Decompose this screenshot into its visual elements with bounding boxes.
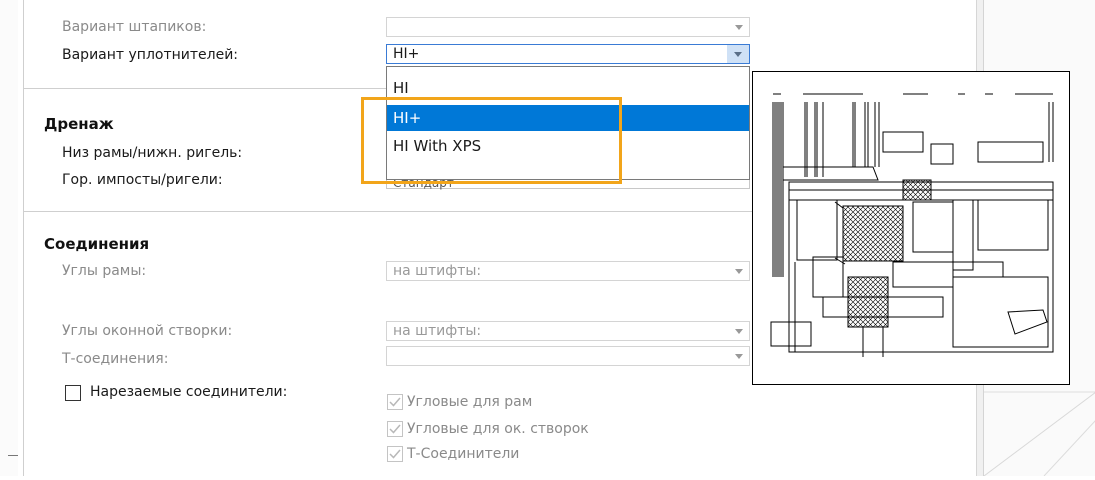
chevron-down-icon	[735, 25, 743, 30]
frame-corner-connectors-label: Угловые для рам	[407, 394, 533, 410]
cut-connectors-label: Нарезаемые соединители:	[90, 384, 288, 400]
chevron-down-icon	[735, 354, 743, 359]
left-edge-panel	[0, 0, 18, 476]
checkmark-icon	[389, 397, 401, 407]
chevron-down-icon	[734, 52, 742, 57]
left-edge-tick	[8, 455, 18, 456]
divider	[23, 88, 386, 89]
seal-variant-value: HI+	[393, 46, 420, 62]
t-connectors-label: Т-Соединители	[407, 446, 520, 462]
t-joints-select[interactable]	[386, 346, 750, 366]
seal-variant-select[interactable]: HI+	[386, 44, 750, 64]
chevron-down-icon	[735, 329, 743, 334]
frame-corners-value: на штифты:	[393, 263, 482, 279]
glazing-bead-variant-select[interactable]	[386, 17, 750, 37]
frame-bottom-label: Низ рамы/нижн. ригель:	[62, 145, 243, 161]
profile-preview	[752, 71, 1070, 385]
frame-corners-label: Углы рамы:	[62, 263, 147, 279]
frame-corners-select[interactable]: на штифты:	[386, 261, 750, 281]
sash-corner-connectors-checkbox[interactable]	[387, 421, 403, 437]
chevron-down-icon	[735, 269, 743, 274]
drainage-section-title: Дренаж	[44, 115, 114, 133]
horizontal-mullions-label: Гор. импосты/ригели:	[62, 172, 223, 188]
checkmark-icon	[389, 424, 401, 434]
sash-corners-label: Углы оконной створки:	[62, 323, 233, 339]
cut-connectors-checkbox[interactable]	[65, 385, 81, 401]
divider	[23, 211, 753, 212]
t-connectors-checkbox[interactable]	[387, 446, 403, 462]
highlight-annotation-box	[361, 97, 622, 184]
sash-corner-connectors-label: Угловые для ок. створок	[407, 421, 589, 437]
glazing-bead-variant-label: Вариант штапиков:	[62, 19, 207, 35]
seal-variant-label: Вариант уплотнителей:	[62, 47, 239, 63]
checkmark-icon	[389, 449, 401, 459]
profile-cross-section-drawing	[770, 93, 1054, 357]
sash-corners-select[interactable]: на штифты:	[386, 321, 750, 341]
frame-corner-connectors-checkbox[interactable]	[387, 394, 403, 410]
sash-corners-value: на штифты:	[393, 323, 482, 339]
t-joints-label: Т-соединения:	[62, 351, 169, 367]
connections-section-title: Соединения	[44, 235, 150, 253]
